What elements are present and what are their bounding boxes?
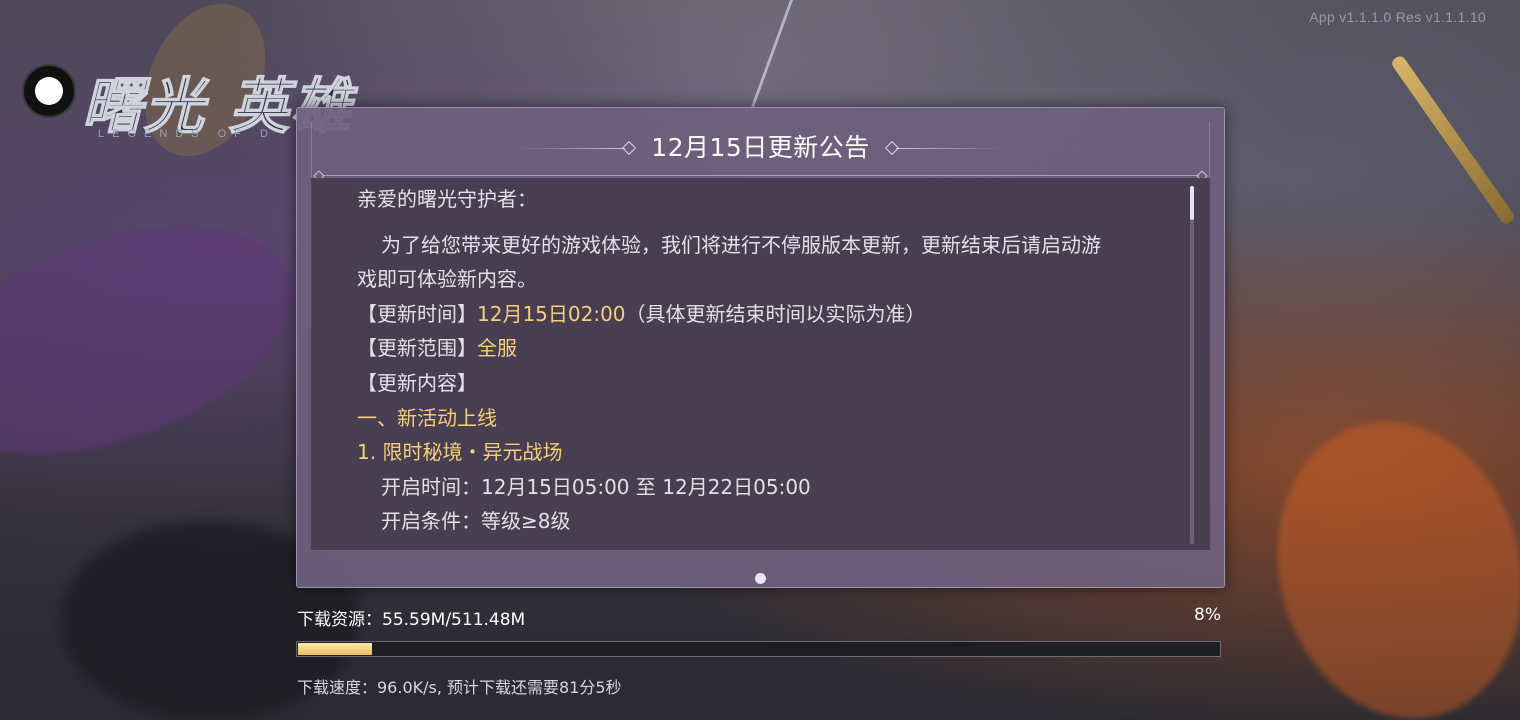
item-title: 1. 限时秘境・异元战场 bbox=[357, 440, 563, 465]
download-percent: 8% bbox=[1194, 605, 1221, 625]
record-icon bbox=[22, 64, 76, 118]
update-time-line: 【更新时间】12月15日02:00（具体更新结束时间以实际为准） bbox=[357, 297, 1157, 332]
page-indicator-dot bbox=[755, 573, 766, 584]
update-scope-line: 【更新范围】全服 bbox=[357, 331, 1157, 366]
time-note: （具体更新结束时间以实际为准） bbox=[625, 301, 926, 326]
background-art bbox=[0, 181, 323, 499]
staff-art bbox=[1389, 54, 1517, 226]
time-value: 12月15日02:00 bbox=[477, 301, 626, 326]
background-art bbox=[1245, 394, 1520, 720]
time-label: 【更新时间】 bbox=[357, 301, 477, 326]
update-content-label: 【更新内容】 bbox=[357, 370, 477, 395]
download-progress-fill bbox=[298, 643, 372, 655]
announcement-panel: 12月15日更新公告 亲爱的曙光守护者： 为了给您带来更好的游戏体验，我们将进行… bbox=[296, 107, 1225, 588]
item-condition: 开启条件：等级≥8级 bbox=[381, 509, 571, 534]
title-divider bbox=[896, 148, 1004, 149]
download-size-label: 下载资源：55.59M/511.48M bbox=[297, 610, 526, 630]
announcement-content[interactable]: 亲爱的曙光守护者： 为了给您带来更好的游戏体验，我们将进行不停服版本更新，更新结… bbox=[311, 178, 1210, 550]
download-progress-bar bbox=[296, 641, 1221, 657]
item-open-time: 开启时间：12月15日05:00 至 12月22日05:00 bbox=[381, 474, 811, 499]
intro-text: 戏即可体验新内容。 bbox=[357, 267, 537, 292]
scrollbar-thumb[interactable] bbox=[1190, 186, 1194, 220]
scope-value: 全服 bbox=[477, 336, 517, 361]
scope-label: 【更新范围】 bbox=[357, 336, 477, 361]
content-divider bbox=[323, 175, 1198, 176]
download-speed-label: 下载速度：96.0K/s, 预计下载还需要81分5秒 bbox=[297, 678, 622, 697]
greeting: 亲爱的曙光守护者： bbox=[357, 187, 537, 211]
version-label: App v1.1.1.0 Res v1.1.1.10 bbox=[1309, 9, 1486, 25]
lightning-art bbox=[749, 0, 824, 110]
section-title: 一、新活动上线 bbox=[357, 405, 497, 430]
announcement-title: 12月15日更新公告 bbox=[651, 133, 870, 162]
logo-subtitle: LEGENDS OF D bbox=[98, 128, 276, 140]
intro-text: 为了给您带来更好的游戏体验，我们将进行不停服版本更新，更新结束后请启动游 bbox=[381, 232, 1101, 257]
loading-screen: App v1.1.1.0 Res v1.1.1.10 曙光 英雄 LEGENDS… bbox=[0, 0, 1520, 720]
scrollbar[interactable] bbox=[1190, 186, 1194, 544]
announcement-body: 亲爱的曙光守护者： 为了给您带来更好的游戏体验，我们将进行不停服版本更新，更新结… bbox=[357, 182, 1157, 539]
